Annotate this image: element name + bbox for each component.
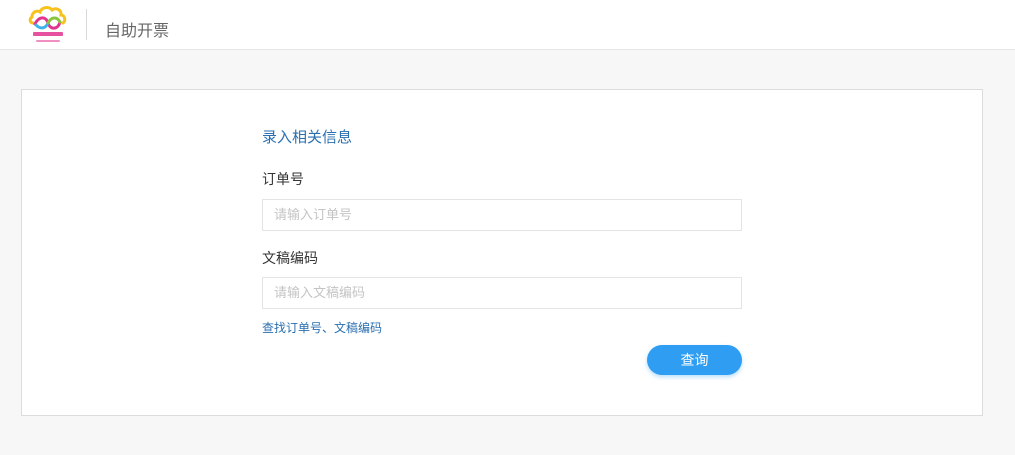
find-order-doc-link[interactable]: 查找订单号、文稿编码 xyxy=(262,320,382,336)
form-card xyxy=(21,89,983,416)
page-title: 自助开票 xyxy=(105,21,170,40)
cloud-logo-icon[interactable] xyxy=(27,3,69,47)
form-title: 录入相关信息 xyxy=(262,128,353,146)
order-number-input[interactable] xyxy=(262,199,742,231)
top-header: 自助开票 xyxy=(0,0,1015,50)
header-divider xyxy=(86,9,87,40)
order-number-label: 订单号 xyxy=(262,172,304,188)
document-code-input[interactable] xyxy=(262,277,742,309)
query-button[interactable]: 查询 xyxy=(647,345,742,375)
document-code-label: 文稿编码 xyxy=(262,251,318,267)
